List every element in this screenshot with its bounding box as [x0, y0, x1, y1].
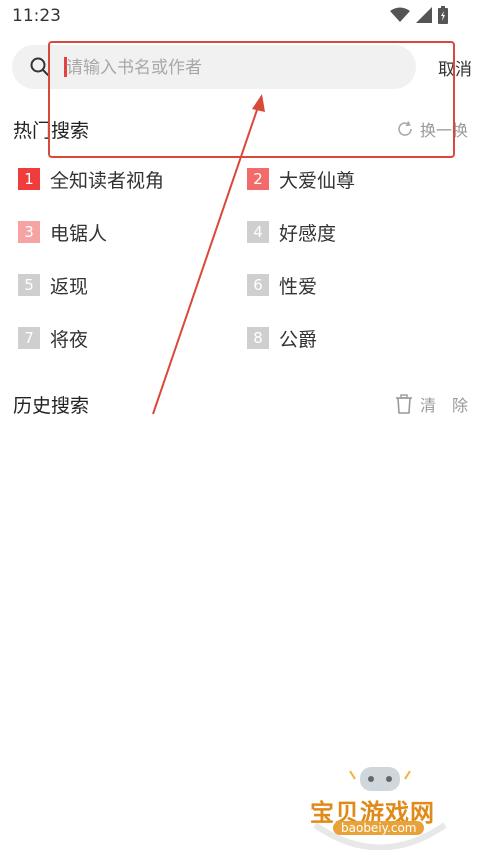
watermark-url: baobeiy.com	[333, 821, 425, 835]
annotation-arrow	[152, 94, 265, 415]
watermark-logo: 宝贝游戏网 baobeiy.com	[305, 765, 455, 850]
